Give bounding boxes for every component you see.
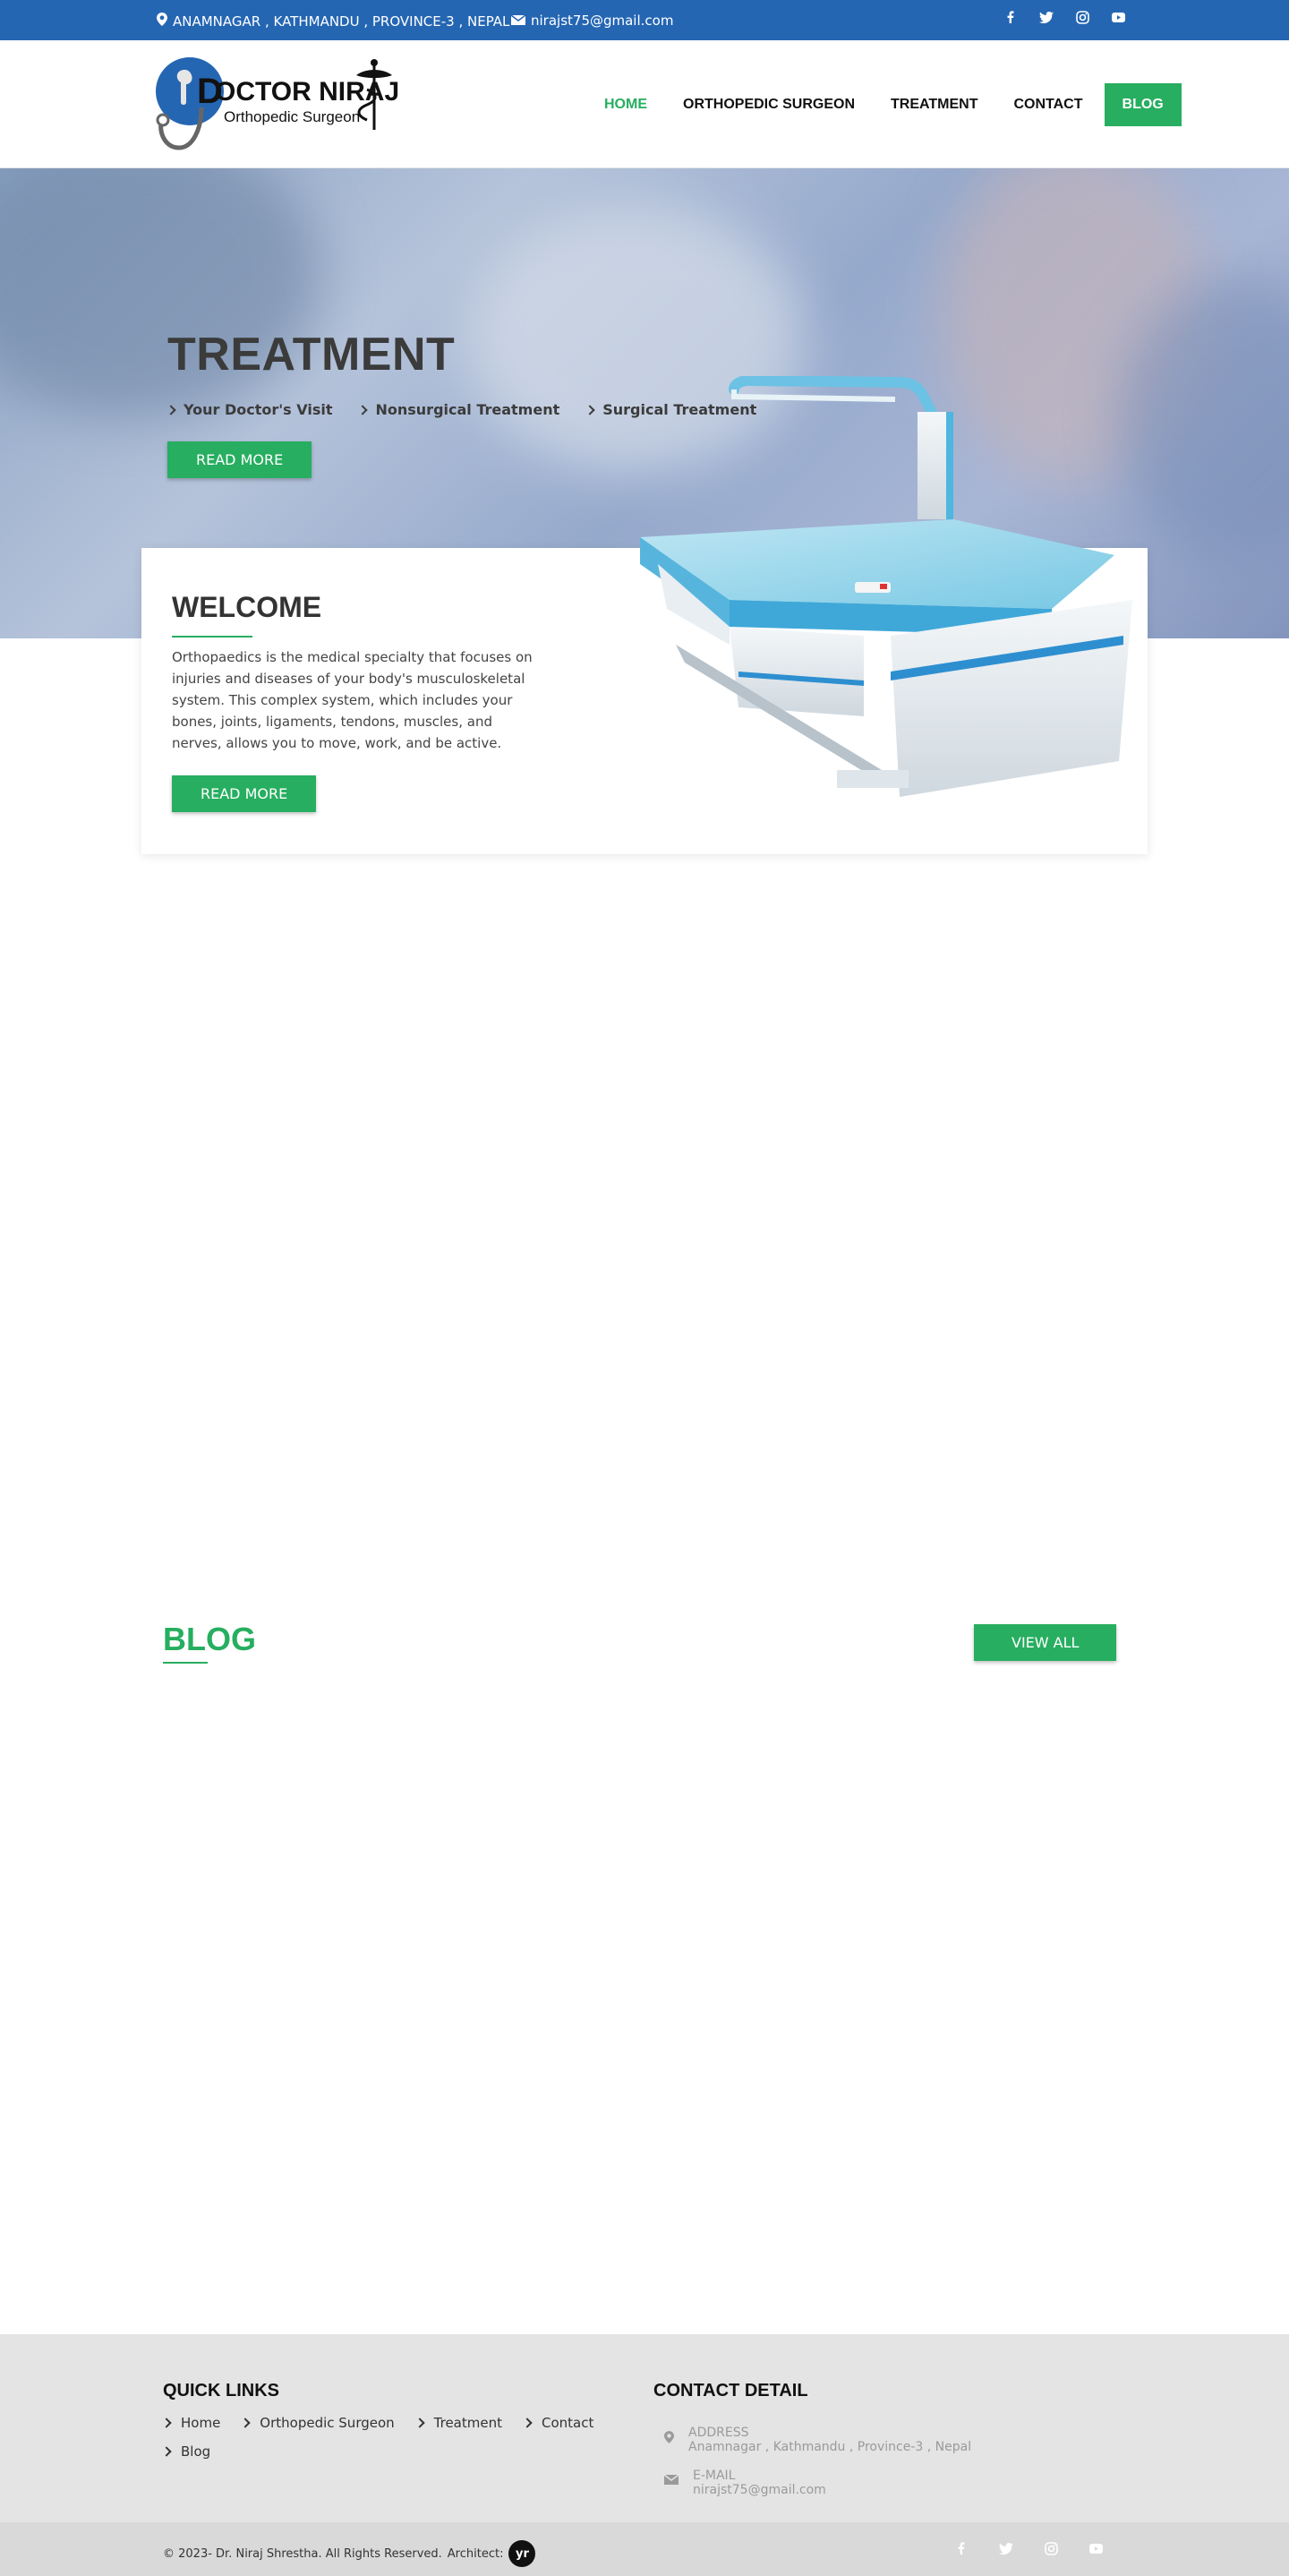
instagram-icon[interactable] [1043,2540,1059,2556]
copyright-text: © 2023- Dr. Niraj Shrestha. All Rights R… [163,2546,442,2561]
footer-link-label: Blog [181,2443,211,2460]
chevron-right-icon [357,404,369,415]
topbar-social-links [1003,9,1126,25]
footer-link-home[interactable]: Home [161,2415,221,2431]
hero-background-shape [0,168,322,419]
youtube-icon[interactable] [1110,9,1126,25]
location-pin-icon [664,2431,674,2447]
blog-underline [163,1662,208,1664]
facebook-icon[interactable] [1003,9,1019,25]
nav-treatment[interactable]: TREATMENT [873,83,995,126]
footer-social-links [953,2540,1104,2556]
hero-title: TREATMENT [167,329,456,381]
site-footer: QUICK LINKS Home Orthopedic Surgeon Trea… [0,2334,1289,2522]
hero-link-nonsurgical[interactable]: Nonsurgical Treatment [357,401,560,418]
top-bar: ANAMNAGAR , KATHMANDU , PROVINCE-3 , NEP… [0,0,1289,40]
chevron-right-icon [414,2418,425,2428]
blog-view-all-button[interactable]: VIEW ALL [974,1624,1117,1661]
chevron-right-icon [585,404,595,415]
location-pin-icon [157,13,167,30]
nav-home[interactable]: HOME [586,83,665,126]
nav-orthopedic-surgeon[interactable]: ORTHOPEDIC SURGEON [665,83,873,126]
footer-link-label: Home [181,2415,221,2431]
hero-link-label: Nonsurgical Treatment [375,401,560,418]
main-nav: HOME ORTHOPEDIC SURGEON TREATMENT CONTAC… [586,83,1182,126]
chevron-right-icon [161,2446,172,2457]
contact-email-value[interactable]: nirajst75@gmail.com [693,2483,826,2497]
welcome-title: WELCOME [172,591,322,623]
footer-link-blog[interactable]: Blog [161,2443,610,2460]
contact-address-value: Anamnagar , Kathmandu , Province-3 , Nep… [688,2440,972,2454]
nav-blog-button[interactable]: BLOG [1104,83,1182,126]
topbar-address: ANAMNAGAR , KATHMANDU , PROVINCE-3 , NEP… [157,13,509,30]
blog-section-title: BLOG [163,1621,256,1657]
footer-link-label: Contact [541,2415,594,2431]
footer-link-treatment[interactable]: Treatment [414,2415,502,2431]
chevron-right-icon [166,404,176,415]
copyright: © 2023- Dr. Niraj Shrestha. All Rights R… [163,2540,536,2567]
contact-detail-title: CONTACT DETAIL [653,2381,808,2401]
twitter-icon[interactable] [1038,9,1054,25]
footer-link-label: Orthopedic Surgeon [260,2415,395,2431]
topbar-address-text: ANAMNAGAR , KATHMANDU , PROVINCE-3 , NEP… [173,13,510,30]
site-header: OCTOR NIRAJ D Orthopedic Surgeon HOME OR… [0,40,1289,168]
hero-link-doctors-visit[interactable]: Your Doctor's Visit [166,401,333,418]
mail-icon [510,13,526,29]
contact-email: E-MAIL nirajst75@gmail.com [663,2469,826,2497]
quick-links-list: Home Orthopedic Surgeon Treatment Contac… [161,2415,610,2460]
chevron-right-icon [240,2418,251,2428]
footer-link-orthopedic-surgeon[interactable]: Orthopedic Surgeon [240,2415,395,2431]
svg-text:D: D [197,72,223,111]
quick-links-title: QUICK LINKS [163,2381,279,2401]
facebook-icon[interactable] [953,2540,969,2556]
hero-read-more-button[interactable]: READ MORE [167,441,312,478]
twitter-icon[interactable] [998,2540,1014,2556]
architect-logo[interactable]: yr [508,2540,536,2567]
welcome-text: Orthopaedics is the medical specialty th… [172,649,533,751]
bone-densitometer-image [631,374,1132,824]
instagram-icon[interactable] [1074,9,1090,25]
footer-bottom-bar: © 2023- Dr. Niraj Shrestha. All Rights R… [0,2522,1289,2576]
svg-text:Orthopedic Surgeon: Orthopedic Surgeon [224,108,360,125]
footer-link-label: Treatment [433,2415,502,2431]
youtube-icon[interactable] [1088,2540,1104,2556]
nav-contact[interactable]: CONTACT [995,83,1100,126]
site-logo[interactable]: OCTOR NIRAJ D Orthopedic Surgeon [152,54,403,157]
contact-email-label: E-MAIL [693,2469,736,2483]
welcome-underline [172,636,252,638]
mail-icon [663,2474,679,2488]
contact-address: ADDRESS Anamnagar , Kathmandu , Province… [664,2426,971,2454]
topbar-email[interactable]: nirajst75@gmail.com [510,13,673,29]
architect-label: Architect: [447,2546,504,2561]
hero-link-label: Your Doctor's Visit [184,401,333,418]
chevron-right-icon [161,2418,172,2428]
footer-link-contact[interactable]: Contact [522,2415,594,2431]
welcome-read-more-button[interactable]: READ MORE [172,775,317,812]
topbar-email-text[interactable]: nirajst75@gmail.com [531,13,673,29]
chevron-right-icon [522,2418,533,2428]
contact-address-label: ADDRESS [688,2426,749,2440]
